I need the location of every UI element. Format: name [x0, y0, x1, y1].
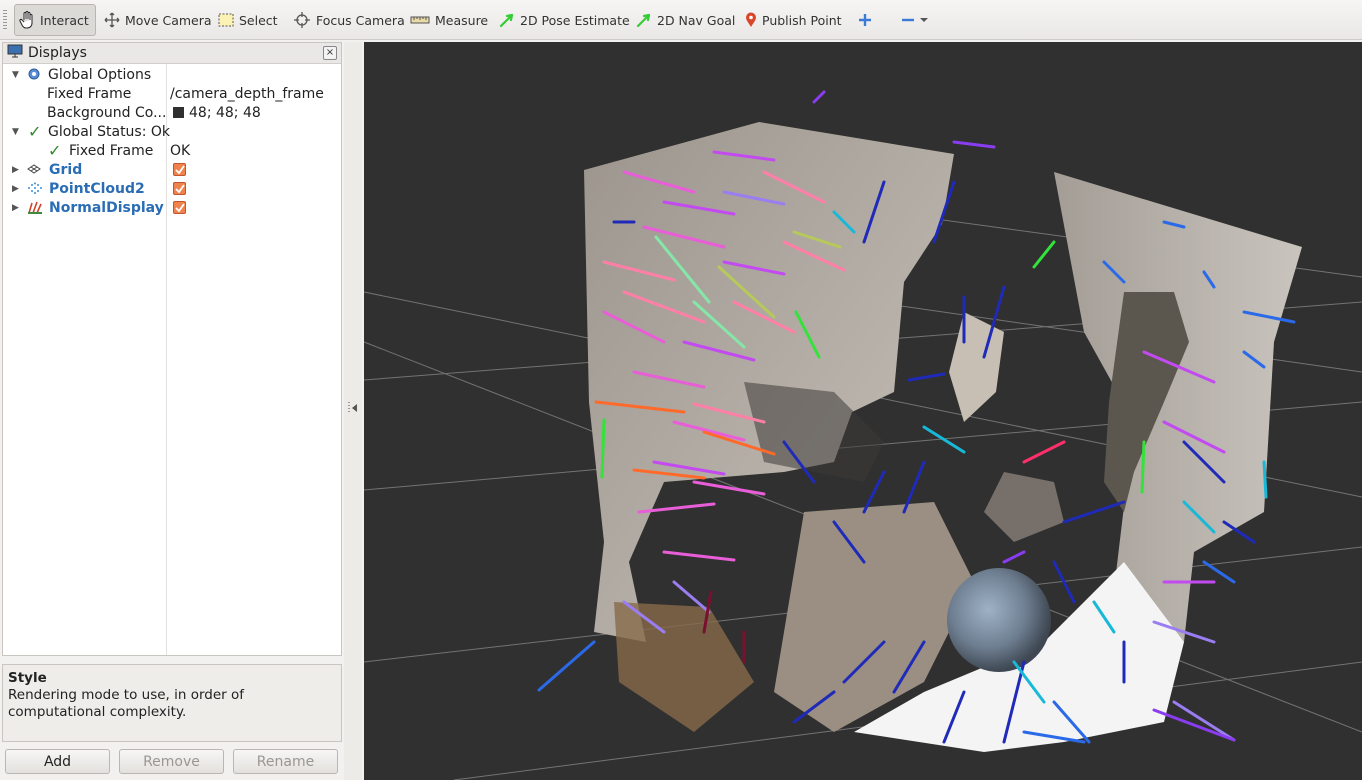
displays-panel: Displays × ▼ Global Options Fixed Frame … [2, 42, 342, 656]
status-fixed-frame-label: Fixed Frame [69, 142, 154, 159]
normals-icon [27, 200, 43, 218]
pointcloud2-checkbox[interactable] [173, 182, 186, 195]
move-camera-tool-button[interactable]: Move Camera [100, 4, 216, 36]
add-button[interactable]: Add [5, 749, 110, 774]
grid-checkbox[interactable] [173, 163, 186, 176]
move-camera-icon [104, 12, 120, 28]
background-color-label: Background Co... [47, 104, 167, 121]
nav-goal-arrow-icon [636, 12, 652, 28]
focus-camera-label: Focus Camera [316, 12, 405, 28]
displays-title: Displays [28, 45, 87, 61]
select-label: Select [239, 12, 278, 28]
displays-header: Displays × [3, 43, 341, 64]
scene-svg [364, 90, 1362, 780]
remove-button[interactable]: Remove [119, 749, 224, 774]
collapse-arrow-icon[interactable]: ▶ [12, 184, 19, 194]
fixed-frame-label: Fixed Frame [47, 85, 132, 102]
color-swatch [173, 106, 184, 118]
collapse-left-icon[interactable] [352, 404, 357, 412]
grid-label: Grid [49, 161, 83, 178]
focus-camera-icon [293, 11, 311, 29]
tree-row-fixed-frame[interactable]: Fixed Frame /camera_depth_frame [3, 84, 341, 103]
tree-row-normaldisplay[interactable]: ▶ NormalDisplay [3, 198, 341, 217]
toolbar: Interact Move Camera Select Focus Camera… [0, 0, 1362, 40]
2d-pose-estimate-label: 2D Pose Estimate [520, 12, 630, 28]
normaldisplay-checkbox[interactable] [173, 201, 186, 214]
2d-nav-goal-tool-button[interactable]: 2D Nav Goal [632, 4, 739, 36]
collapse-arrow-icon[interactable]: ▶ [12, 203, 19, 213]
hand-icon [19, 11, 35, 29]
background-color-value[interactable]: 48; 48; 48 [173, 105, 261, 121]
gear-icon [27, 67, 41, 85]
rename-button[interactable]: Rename [233, 749, 338, 774]
displays-tree: ▼ Global Options Fixed Frame /camera_dep… [3, 64, 341, 655]
expand-arrow-icon[interactable]: ▼ [12, 127, 19, 137]
pointcloud-icon [27, 182, 43, 199]
measure-tool-button[interactable]: Measure [406, 4, 492, 36]
grid-icon [27, 163, 41, 179]
tree-row-global-options[interactable]: ▼ Global Options [3, 65, 341, 84]
map-pin-icon [745, 12, 757, 28]
pose-arrow-icon [499, 12, 515, 28]
help-title: Style [8, 670, 47, 686]
chevron-down-icon [920, 17, 928, 23]
expand-arrow-icon[interactable]: ▼ [12, 70, 19, 80]
remove-tool-button[interactable] [897, 4, 932, 36]
checkmark-icon: ✓ [48, 141, 62, 160]
global-options-label: Global Options [48, 66, 152, 83]
close-icon[interactable]: × [323, 46, 337, 60]
select-icon [218, 13, 234, 27]
tree-row-pointcloud2[interactable]: ▶ PointCloud2 [3, 179, 341, 198]
tree-row-grid[interactable]: ▶ Grid [3, 160, 341, 179]
minus-icon [901, 13, 915, 27]
property-help-panel: Style Rendering mode to use, in order of… [2, 664, 342, 742]
global-status-label: Global Status: Ok [48, 123, 171, 140]
add-tool-button[interactable] [854, 4, 876, 36]
interact-label: Interact [40, 12, 89, 28]
tree-row-background-color[interactable]: Background Co... 48; 48; 48 [3, 103, 341, 122]
monitor-icon [7, 44, 23, 62]
3d-render-viewport[interactable] [364, 42, 1362, 780]
toolbar-grip[interactable] [3, 10, 7, 30]
status-fixed-frame-value: OK [170, 142, 191, 159]
normaldisplay-label: NormalDisplay [49, 199, 164, 216]
plus-icon [858, 13, 872, 27]
publish-point-label: Publish Point [762, 12, 842, 28]
move-camera-label: Move Camera [125, 12, 212, 28]
checkmark-icon: ✓ [28, 122, 42, 141]
tree-row-global-status[interactable]: ▼ ✓ Global Status: Ok [3, 122, 341, 141]
tree-row-status-fixed-frame[interactable]: ✓ Fixed Frame OK [3, 141, 341, 160]
measure-icon [410, 15, 430, 25]
focus-camera-tool-button[interactable]: Focus Camera [289, 4, 409, 36]
select-tool-button[interactable]: Select [214, 4, 282, 36]
2d-pose-estimate-tool-button[interactable]: 2D Pose Estimate [495, 4, 634, 36]
pointcloud2-label: PointCloud2 [49, 180, 145, 197]
measure-label: Measure [435, 12, 489, 28]
panel-splitter[interactable] [344, 42, 362, 780]
publish-point-tool-button[interactable]: Publish Point [741, 4, 846, 36]
2d-nav-goal-label: 2D Nav Goal [657, 12, 736, 28]
background-color-text: 48; 48; 48 [189, 104, 261, 121]
help-text: Rendering mode to use, in order of compu… [8, 687, 245, 720]
interact-tool-button[interactable]: Interact [14, 4, 96, 36]
collapse-arrow-icon[interactable]: ▶ [12, 165, 19, 175]
fixed-frame-value[interactable]: /camera_depth_frame [170, 86, 324, 102]
